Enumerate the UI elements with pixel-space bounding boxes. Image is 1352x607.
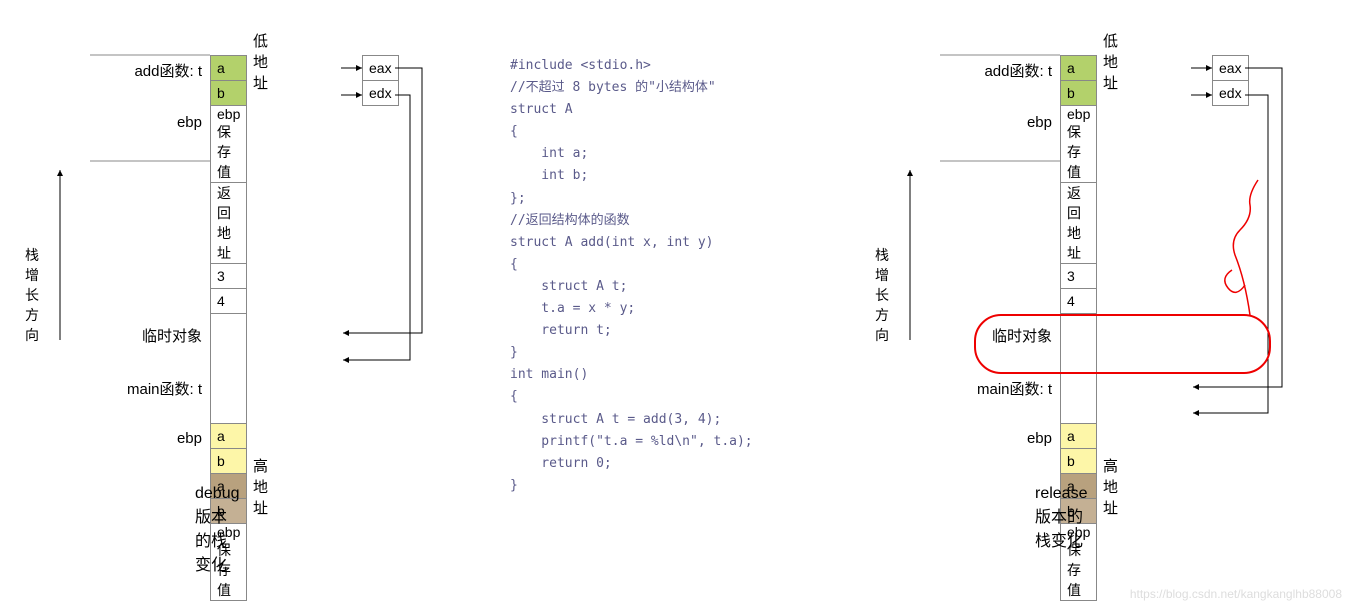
watermark: https://blog.csdn.net/kangkanglhb88008 (1130, 587, 1342, 601)
cell-add-b: b (211, 81, 247, 106)
label-add-func-r: add函数: t (942, 60, 1052, 81)
debug-svg-arrows (0, 30, 500, 530)
label-ebp2: ebp (92, 430, 202, 447)
cell-temp-b-r: b (1061, 449, 1097, 474)
reg-eax: eax (363, 56, 399, 81)
code-block: #include <stdio.h> //不超过 8 bytes 的"小结构体"… (510, 55, 753, 497)
debug-title: debug版本的栈变化 (195, 485, 240, 575)
label-main-r: main函数: t (942, 378, 1052, 399)
cell-4-r: 4 (1061, 289, 1097, 314)
label-growth: 栈增长方向 (25, 245, 39, 345)
cell-add-a: a (211, 56, 247, 81)
addr-low-label-r: 低地址 (1103, 30, 1118, 93)
cell-add-a-r: a (1061, 56, 1097, 81)
cell-ret-addr-r: 返回地址 (1061, 183, 1097, 264)
release-svg-arrows (850, 30, 1350, 530)
cell-temp-b: b (211, 449, 247, 474)
cell-ebp-save: ebp 保存值 (211, 106, 247, 183)
reg-eax-r: eax (1213, 56, 1249, 81)
cell-ebp-save-r: ebp 保存值 (1061, 106, 1097, 183)
cell-gap-r (1061, 314, 1097, 424)
cell-temp-a: a (211, 424, 247, 449)
cell-3-r: 3 (1061, 264, 1097, 289)
label-growth-r: 栈增长方向 (875, 245, 889, 345)
addr-low-label: 低地址 (253, 30, 268, 93)
cell-4: 4 (211, 289, 247, 314)
label-temp-r: 临时对象 (942, 325, 1052, 346)
reg-edx: edx (363, 81, 399, 106)
cell-gap (211, 314, 247, 424)
label-main: main函数: t (92, 378, 202, 399)
reg-edx-r: edx (1213, 81, 1249, 106)
label-ebp1: ebp (92, 114, 202, 131)
reg-table-debug: eax edx (362, 55, 399, 106)
cell-3: 3 (211, 264, 247, 289)
cell-ret-addr: 返回地址 (211, 183, 247, 264)
label-add-func: add函数: t (92, 60, 202, 81)
addr-high-label-r: 高地址 (1103, 455, 1118, 518)
label-temp: 临时对象 (92, 325, 202, 346)
reg-table-release: eax edx (1212, 55, 1249, 106)
label-ebp2-r: ebp (942, 430, 1052, 447)
cell-temp-a-r: a (1061, 424, 1097, 449)
label-ebp1-r: ebp (942, 114, 1052, 131)
release-title: release版本的栈变化 (1035, 485, 1087, 551)
cell-add-b-r: b (1061, 81, 1097, 106)
addr-high-label: 高地址 (253, 455, 268, 518)
